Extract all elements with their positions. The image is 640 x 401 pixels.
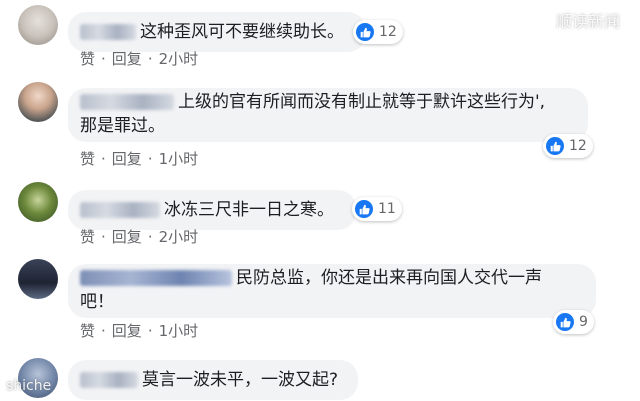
comment-text-line-2: 吧！ — [80, 292, 114, 312]
comment-actions: 赞 · 回复 · 2小时 — [80, 226, 199, 247]
avatar[interactable] — [18, 259, 58, 299]
like-count-badge[interactable]: 11 — [352, 197, 402, 221]
comment-text-line-1: 上级的官有所闻而没有制止就等于默许这些行为', — [178, 92, 546, 112]
reply-link[interactable]: 回复 — [112, 48, 142, 69]
like-link[interactable]: 赞 — [80, 148, 95, 169]
comment-text: 冰冻三尺非一日之寒。 — [164, 200, 334, 220]
like-count: 12 — [379, 24, 397, 40]
like-count-badge[interactable]: 9 — [553, 310, 594, 334]
reply-link[interactable]: 回复 — [112, 226, 142, 247]
watermark-bottom-left: shiche — [6, 378, 52, 394]
comment-bubble: 上级的官有所闻而没有制止就等于默许这些行为', 那是罪过。 — [68, 88, 588, 142]
like-count: 12 — [569, 138, 587, 154]
author-name[interactable] — [80, 372, 138, 388]
watermark-top: 顺读新闻 — [556, 12, 621, 31]
comment-bubble: 冰冻三尺非一日之寒。 — [68, 190, 356, 230]
like-count: 9 — [579, 314, 588, 330]
comment-bubble: 民防总监，你还是出来再向国人交代一声 吧！ — [68, 264, 596, 318]
like-link[interactable]: 赞 — [80, 48, 95, 69]
avatar[interactable] — [18, 182, 58, 222]
thumbs-up-icon — [356, 23, 374, 41]
timestamp[interactable]: 2小时 — [159, 48, 199, 69]
avatar[interactable] — [18, 82, 58, 122]
author-name[interactable] — [80, 202, 160, 218]
reply-link[interactable]: 回复 — [112, 148, 142, 169]
reply-link[interactable]: 回复 — [112, 320, 142, 341]
comment-text: 莫言一波未平，一波又起? — [142, 370, 339, 390]
like-link[interactable]: 赞 — [80, 226, 95, 247]
comment-text: 这种歪风可不要继续助长。 — [140, 22, 344, 42]
like-count-badge[interactable]: 12 — [353, 20, 403, 44]
thumbs-up-icon — [355, 200, 373, 218]
timestamp[interactable]: 1小时 — [159, 320, 199, 341]
timestamp[interactable]: 1小时 — [159, 148, 199, 169]
comment-bubble: 这种歪风可不要继续助长。 — [68, 12, 366, 52]
timestamp[interactable]: 2小时 — [159, 226, 199, 247]
thumbs-up-icon — [546, 137, 564, 155]
author-name[interactable] — [80, 270, 232, 286]
comment-actions: 赞 · 回复 · 2小时 — [80, 48, 199, 69]
author-name[interactable] — [80, 94, 174, 110]
comment-actions: 赞 · 回复 · 1小时 — [80, 320, 199, 341]
thumbs-up-icon — [556, 313, 574, 331]
comment-actions: 赞 · 回复 · 1小时 — [80, 148, 199, 169]
comment-text-line-2: 那是罪过。 — [80, 116, 165, 136]
like-count-badge[interactable]: 12 — [543, 134, 593, 158]
avatar[interactable] — [18, 5, 58, 45]
like-count: 11 — [378, 201, 396, 217]
comment-bubble: 莫言一波未平，一波又起? — [68, 360, 358, 400]
author-name[interactable] — [80, 24, 136, 40]
like-link[interactable]: 赞 — [80, 320, 95, 341]
comment-text-line-1: 民防总监，你还是出来再向国人交代一声 — [236, 268, 542, 288]
